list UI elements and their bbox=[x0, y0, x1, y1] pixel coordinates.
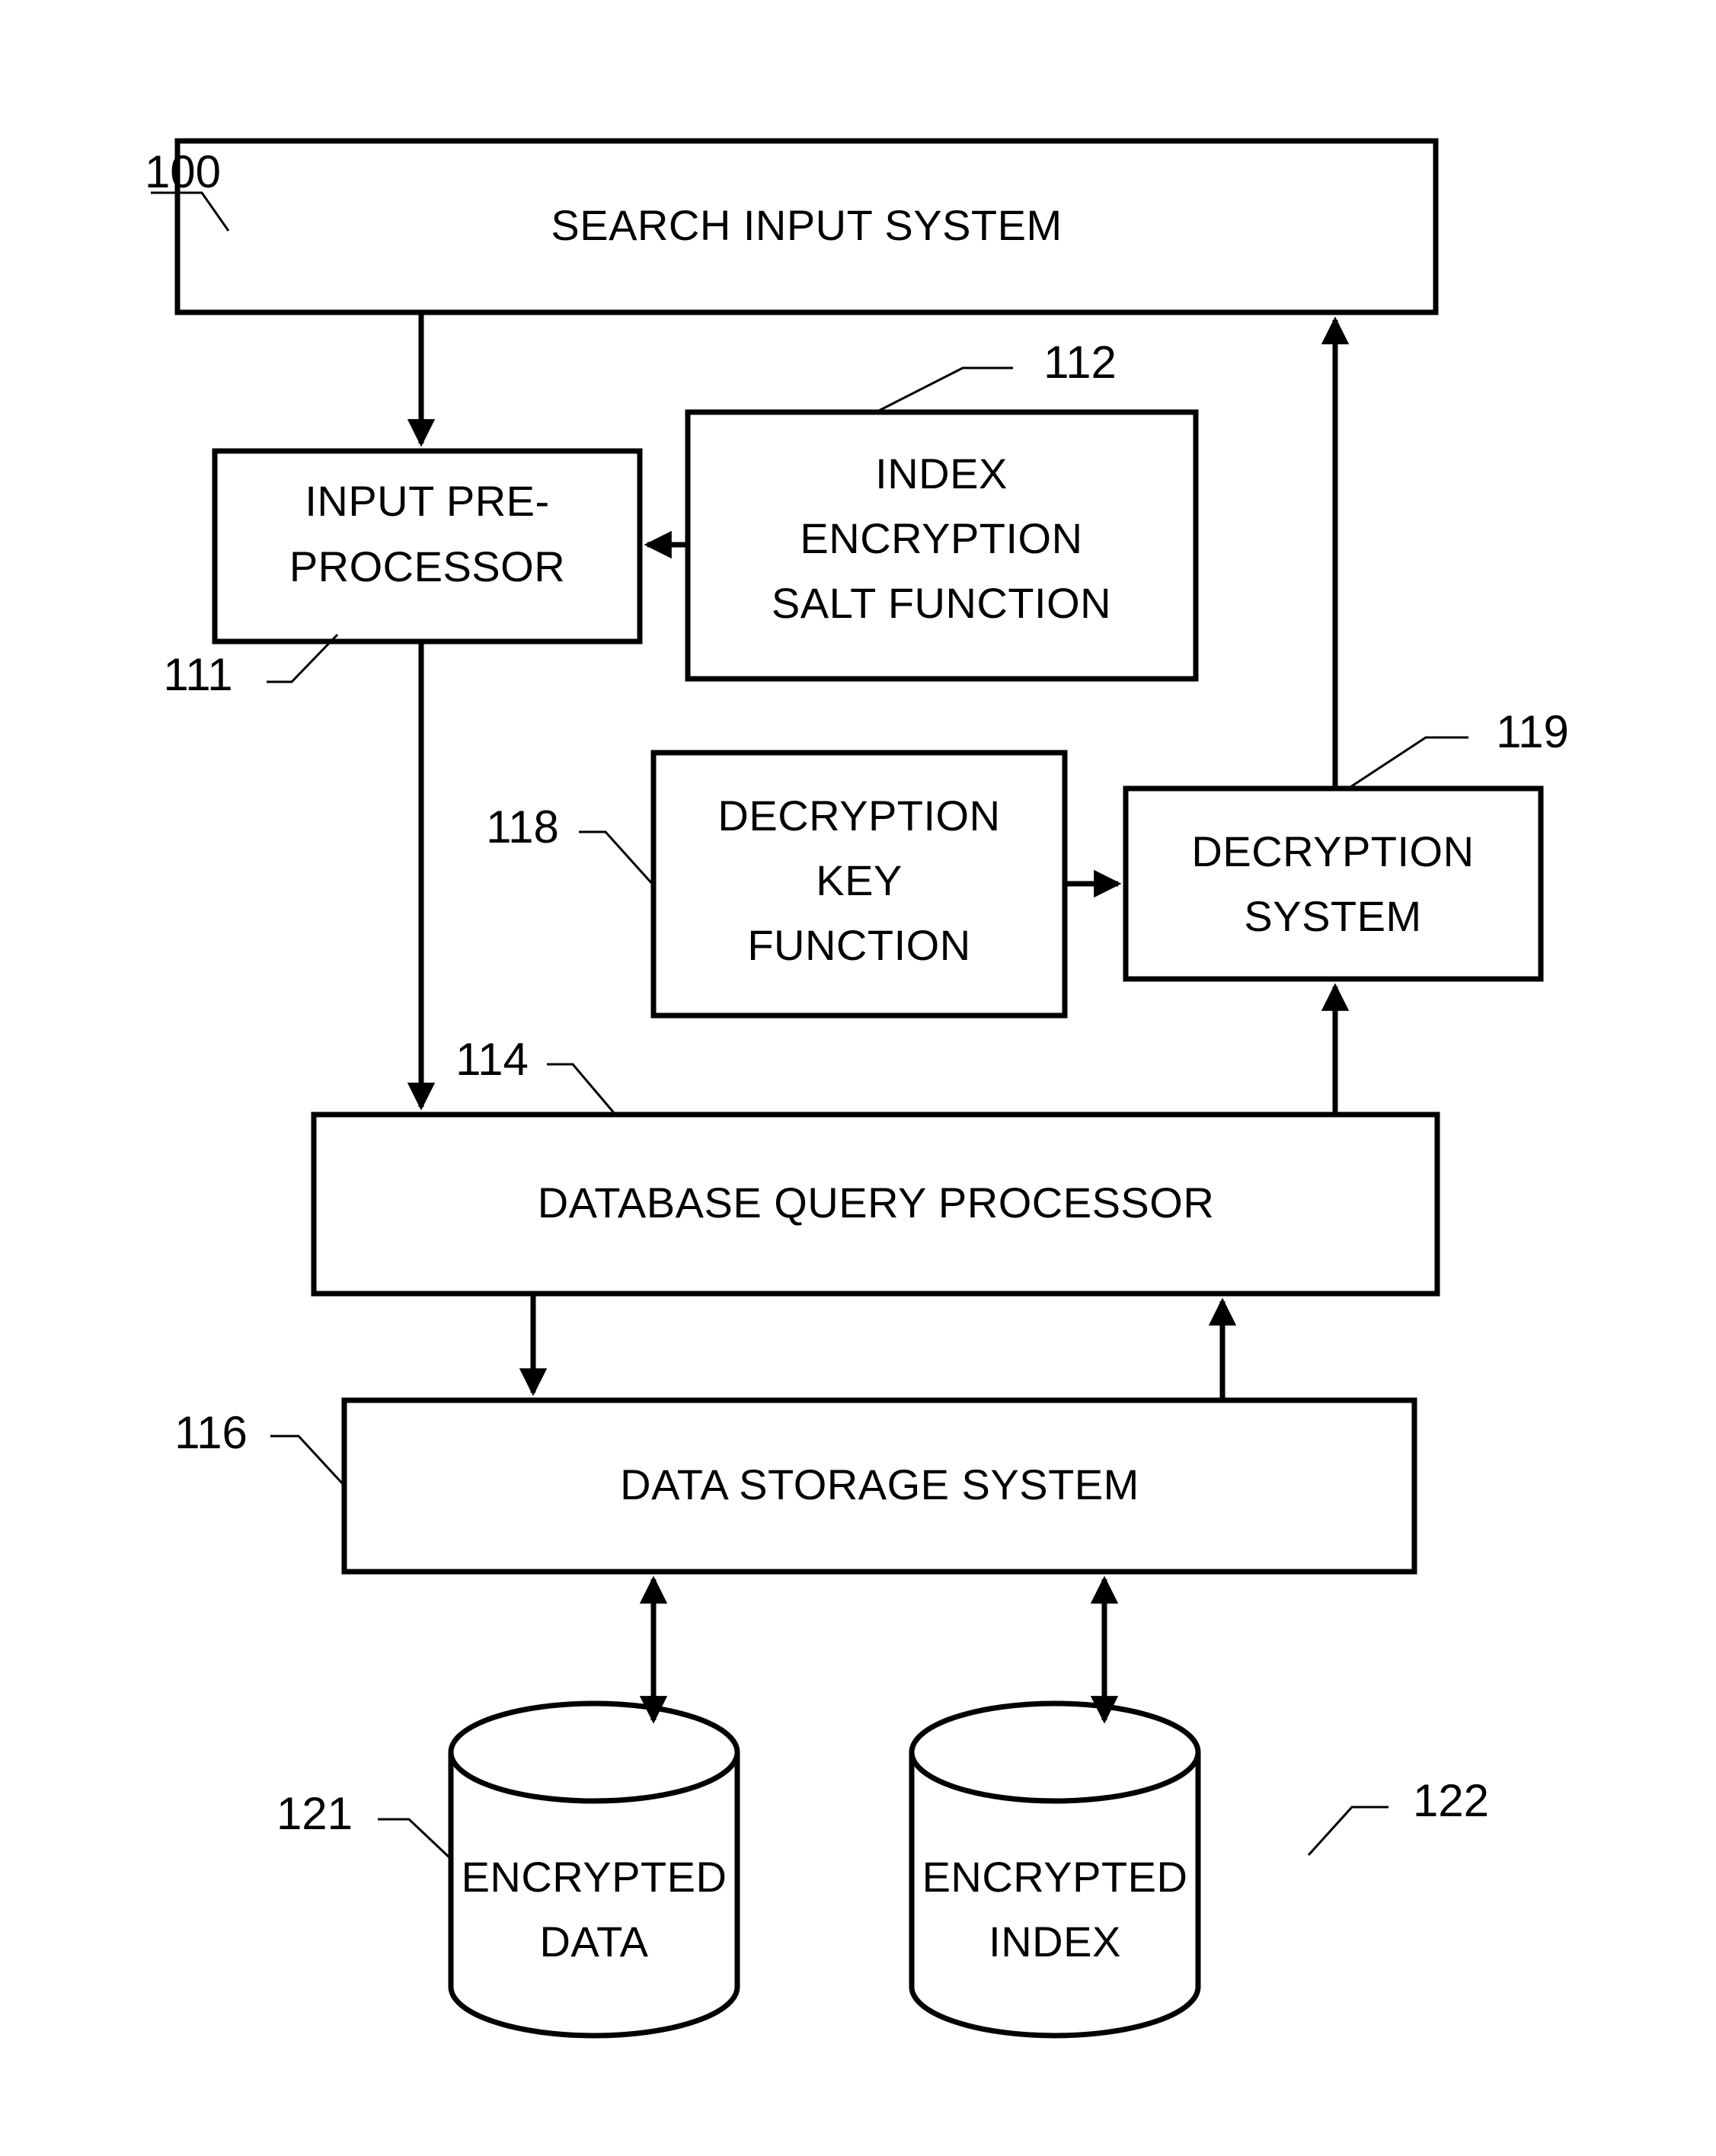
ref-numeral-121: 121 bbox=[276, 1788, 353, 1839]
ref-numeral-122: 122 bbox=[1413, 1775, 1489, 1826]
label-decryption-key-function-line3: FUNCTION bbox=[747, 921, 970, 969]
leader-line-119 bbox=[1347, 736, 1468, 790]
label-encrypted-data-line2: DATA bbox=[539, 1918, 648, 1966]
label-index-encryption-salt-line2: ENCRYPTION bbox=[800, 514, 1082, 562]
label-decryption-key-function-line2: KEY bbox=[816, 856, 903, 904]
label-encrypted-index-line2: INDEX bbox=[989, 1918, 1121, 1966]
label-input-pre-processor-line1: INPUT PRE- bbox=[305, 477, 549, 525]
label-decryption-system-line2: SYSTEM bbox=[1244, 892, 1421, 940]
label-input-pre-processor-line2: PROCESSOR bbox=[289, 542, 565, 590]
leader-line-114 bbox=[547, 1063, 617, 1115]
ref-numeral-119: 119 bbox=[1496, 706, 1569, 757]
ref-numeral-111: 111 bbox=[163, 649, 232, 700]
label-index-encryption-salt-line1: INDEX bbox=[875, 449, 1008, 497]
ref-numeral-118: 118 bbox=[486, 801, 559, 852]
label-index-encryption-salt-line3: SALT FUNCTION bbox=[772, 579, 1111, 627]
leader-line-122 bbox=[1307, 1806, 1388, 1857]
label-encrypted-index-line1: ENCRYPTED bbox=[922, 1853, 1188, 1901]
label-encrypted-data-line1: ENCRYPTED bbox=[462, 1853, 727, 1901]
label-decryption-system-line1: DECRYPTION bbox=[1191, 827, 1474, 875]
diagram-canvas: SEARCH INPUT SYSTEM INPUT PRE- PROCESSOR… bbox=[145, 138, 1569, 2039]
leader-line-112 bbox=[875, 366, 1013, 414]
leader-line-121 bbox=[378, 1818, 452, 1860]
ref-numeral-114: 114 bbox=[455, 1034, 529, 1085]
leader-line-118 bbox=[579, 830, 655, 887]
ref-numeral-100: 100 bbox=[145, 146, 221, 197]
block-decryption-system bbox=[1123, 785, 1544, 982]
ref-numeral-116: 116 bbox=[174, 1407, 248, 1458]
label-data-storage-system: DATA STORAGE SYSTEM bbox=[620, 1460, 1139, 1508]
label-database-query-processor: DATABASE QUERY PROCESSOR bbox=[538, 1179, 1215, 1227]
ref-numeral-112: 112 bbox=[1043, 337, 1117, 388]
label-decryption-key-function-line1: DECRYPTION bbox=[717, 792, 1000, 840]
label-search-input-system: SEARCH INPUT SYSTEM bbox=[551, 201, 1062, 249]
patent-figure: SEARCH INPUT SYSTEM INPUT PRE- PROCESSOR… bbox=[0, 0, 1716, 2156]
leader-line-116 bbox=[270, 1435, 346, 1487]
